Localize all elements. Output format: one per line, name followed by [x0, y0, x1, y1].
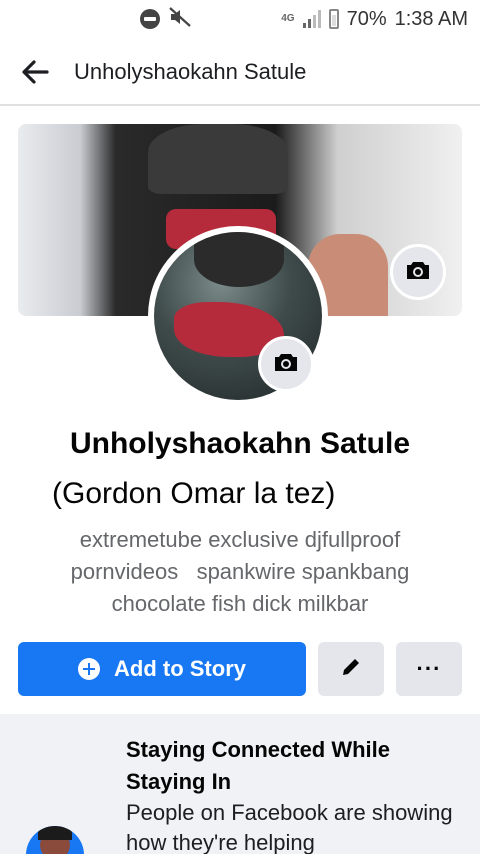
- signal-icon: [302, 10, 321, 28]
- plus-circle-icon: [78, 658, 100, 680]
- info-card-illustration: [26, 826, 84, 854]
- clock: 1:38 AM: [394, 7, 468, 30]
- do-not-disturb-icon: [140, 9, 160, 29]
- avatar-camera-button[interactable]: [258, 336, 314, 392]
- mute-icon: [168, 6, 192, 33]
- status-left: [140, 6, 192, 32]
- network-type: 4G: [281, 13, 295, 24]
- bio-line: extremetube exclusive djfullproof: [79, 527, 401, 552]
- back-arrow-icon[interactable]: [20, 58, 50, 86]
- profile-alternate-name: (Gordon Omar la tez): [52, 477, 336, 510]
- avatar-detail: [194, 232, 284, 287]
- status-bar: 4G 70% 1:38 AM: [0, 0, 480, 38]
- more-options-button[interactable]: ···: [396, 642, 462, 696]
- battery-icon: [328, 9, 339, 29]
- camera-icon: [273, 351, 299, 378]
- battery-level: 70%: [346, 7, 387, 30]
- bio-line: pornvideos spankwire spankbang: [70, 559, 410, 584]
- info-card[interactable]: Staying Connected While Staying In Peopl…: [0, 714, 480, 854]
- pencil-icon: [340, 656, 362, 683]
- edit-profile-button[interactable]: [318, 642, 384, 696]
- top-app-bar: Unholyshaokahn Satule: [0, 40, 480, 106]
- page-title: Unholyshaokahn Satule: [74, 59, 307, 84]
- camera-icon: [405, 259, 431, 286]
- illustration-detail: [38, 826, 72, 840]
- bio-line: chocolate fish dick milkbar: [111, 591, 369, 616]
- more-icon: ···: [416, 656, 442, 681]
- info-card-text: People on Facebook are showing how they'…: [126, 800, 453, 854]
- status-right: 4G 70% 1:38 AM: [281, 6, 468, 32]
- profile-bio: extremetube exclusive djfullproof pornvi…: [40, 524, 440, 620]
- cover-camera-button[interactable]: [390, 244, 446, 300]
- cover-photo-detail: [148, 124, 288, 194]
- profile-name: Unholyshaokahn Satule: [69, 427, 411, 460]
- info-card-title: Staying Connected While Staying In: [126, 737, 391, 794]
- add-to-story-button[interactable]: Add to Story: [18, 642, 306, 696]
- add-to-story-label: Add to Story: [114, 656, 246, 681]
